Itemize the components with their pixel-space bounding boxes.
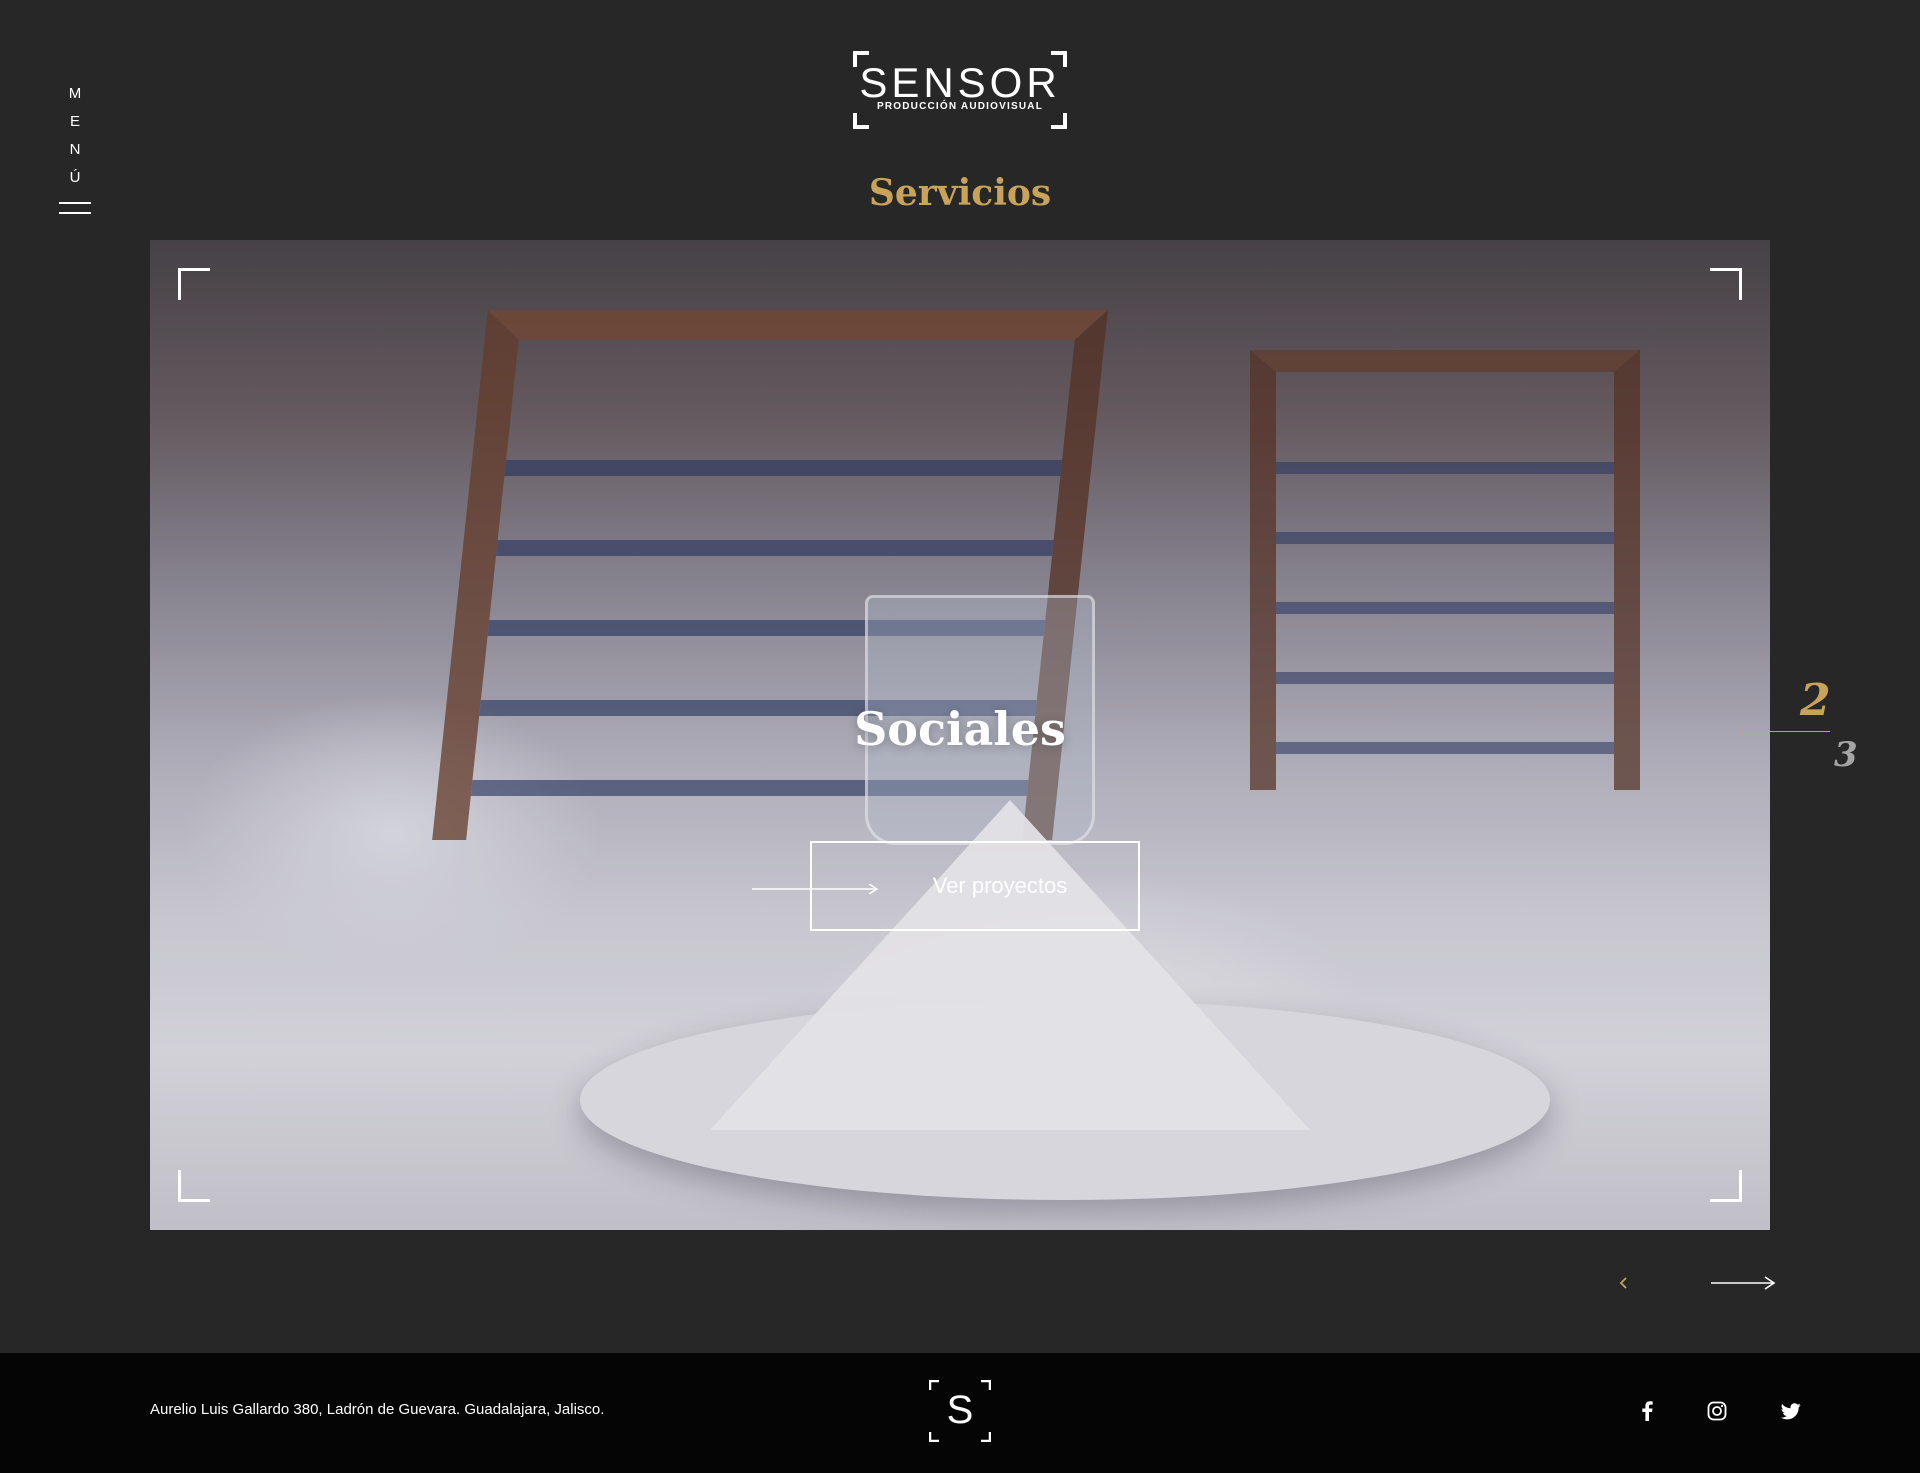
- footer-logo[interactable]: S: [928, 1379, 992, 1443]
- view-projects-label: Ver proyectos: [932, 873, 1068, 898]
- twitter-icon[interactable]: [1780, 1400, 1802, 1422]
- menu-letter: E: [69, 113, 80, 130]
- view-projects-button[interactable]: Ver proyectos: [752, 841, 1140, 931]
- site-logo[interactable]: SENSOR PRODUCCIÓN AUDIOVISUAL: [853, 51, 1067, 129]
- frame-corner-icon: [1710, 268, 1742, 300]
- menu-letter: N: [69, 141, 81, 158]
- logo-subtitle: PRODUCCIÓN AUDIOVISUAL: [876, 101, 1044, 112]
- facebook-icon[interactable]: [1636, 1400, 1658, 1422]
- footer-address: Aurelio Luis Gallardo 380, Ladrón de Gue…: [150, 1401, 605, 1418]
- footer-logo-letter: S: [946, 1388, 974, 1432]
- slide-current: 2: [1800, 675, 1831, 726]
- frame-corner-icon: [1710, 1170, 1742, 1202]
- frame-corner-icon: [178, 268, 210, 300]
- footer: Aurelio Luis Gallardo 380, Ladrón de Gue…: [0, 1353, 1920, 1473]
- previous-slide-icon[interactable]: [1616, 1270, 1632, 1296]
- page-title: Servicios: [868, 172, 1052, 214]
- instagram-icon[interactable]: [1706, 1400, 1728, 1422]
- logo-wordmark: SENSOR: [859, 59, 1061, 106]
- slide-counter-divider: [1742, 731, 1830, 732]
- hero-slide: Sociales Ver proyectos: [150, 240, 1770, 1230]
- next-slide-icon[interactable]: [1710, 1274, 1776, 1292]
- slide-total: 3: [1834, 735, 1858, 775]
- slide-counter: 2 3: [1740, 675, 1860, 775]
- arrow-right-icon: [752, 884, 878, 894]
- frame-corner-icon: [178, 1170, 210, 1202]
- slide-title: Sociales: [854, 702, 1066, 756]
- menu-letter: M: [68, 85, 82, 102]
